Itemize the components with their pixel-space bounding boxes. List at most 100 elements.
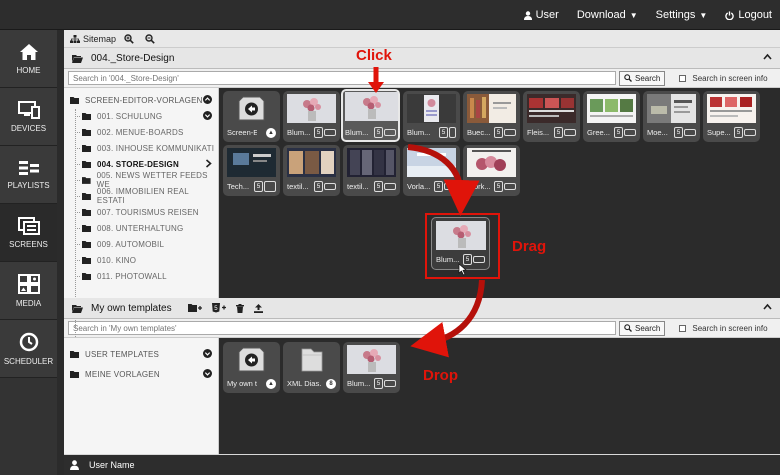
new-html5-button[interactable]: 5 xyxy=(211,303,226,313)
sidebar-item-home[interactable]: HOME xyxy=(0,30,57,88)
chevron-down-circle-icon[interactable] xyxy=(203,349,212,358)
tree-item[interactable]: 001. SCHULUNG xyxy=(64,108,218,124)
template-tile[interactable]: textil... 5 xyxy=(343,145,400,196)
folder-icon xyxy=(82,272,91,280)
tree-item[interactable]: 005. NEWS WETTER FEEDS WE xyxy=(64,171,218,189)
search-input[interactable] xyxy=(68,321,616,335)
tile-label: Gree... xyxy=(587,128,610,137)
furniture-thumbnail xyxy=(647,94,696,123)
drag-highlight-box xyxy=(425,213,500,279)
user-menu[interactable]: User xyxy=(523,9,559,21)
power-icon xyxy=(725,10,735,20)
folder-icon xyxy=(82,144,91,152)
tree-label: 006. IMMOBILIEN REAL ESTATI xyxy=(96,187,189,205)
tree-item[interactable]: 008. UNTERHALTUNG xyxy=(64,220,218,236)
logout-label: Logout xyxy=(738,9,772,21)
tree-item[interactable]: 009. AUTOMOBIL xyxy=(64,236,218,252)
panel-title: My own templates xyxy=(91,302,172,314)
folder-icon xyxy=(70,350,79,358)
zoom-out-button[interactable] xyxy=(145,33,158,44)
search-button-label: Search xyxy=(635,323,661,333)
html5-icon: 5 xyxy=(614,127,623,138)
sidebar-item-screens[interactable]: SCREENS xyxy=(0,204,57,262)
html5-icon: 5 xyxy=(374,378,383,389)
new-folder-button[interactable] xyxy=(187,303,202,313)
folder-icon xyxy=(82,176,91,184)
own-templates-panel-header: My own templates 5 xyxy=(64,298,780,319)
template-tile-back[interactable]: Screen-E... ▲ xyxy=(223,91,280,142)
sidebar-item-media[interactable]: MEDIA xyxy=(0,262,57,320)
zoom-in-button[interactable] xyxy=(124,33,137,44)
portrait-thumbnail xyxy=(407,94,456,123)
search-button[interactable]: Search xyxy=(619,320,666,336)
template-tile[interactable]: Tech... 5 xyxy=(223,145,280,196)
folder-tile[interactable]: XML Dias... 8 xyxy=(283,342,340,393)
tile-label: XML Dias... xyxy=(287,379,321,388)
search-icon xyxy=(624,74,632,82)
chevron-down-circle-icon[interactable] xyxy=(203,111,212,120)
caret-down-icon: ▼ xyxy=(629,10,638,20)
clock-icon xyxy=(19,332,38,351)
tree-item-selected[interactable]: 004. STORE-DESIGN xyxy=(64,156,218,172)
tree-label: MEINE VORLAGEN xyxy=(85,369,160,379)
chevron-up-circle-icon[interactable] xyxy=(203,95,212,104)
drag-annotation: Drag xyxy=(512,238,547,255)
template-tile[interactable]: Blum... 5 xyxy=(283,91,340,142)
back-thumbnail xyxy=(227,345,276,374)
template-tile[interactable]: Fleis... 5 xyxy=(523,91,580,142)
template-tile-back[interactable]: My own t... ▲ xyxy=(223,342,280,393)
search-input[interactable] xyxy=(68,71,616,85)
logout-button[interactable]: Logout xyxy=(725,9,772,21)
tree-item[interactable]: 011. PHOTOWALL xyxy=(64,268,218,284)
landscape-icon xyxy=(444,183,456,190)
tree-item[interactable]: MEINE VORLAGEN xyxy=(64,364,218,384)
settings-menu[interactable]: Settings ▼ xyxy=(656,9,708,21)
template-tile[interactable]: Vorla... 5 xyxy=(403,145,460,196)
template-tile[interactable]: Gree... 5 xyxy=(583,91,640,142)
html5-icon: 5 xyxy=(254,181,263,192)
template-tile-highlighted[interactable]: Blum... 5 xyxy=(341,89,400,142)
download-menu[interactable]: Download ▼ xyxy=(577,9,638,21)
template-tile[interactable]: Work... 5 xyxy=(463,145,520,196)
landscape-icon xyxy=(324,183,336,190)
tree-root[interactable]: SCREEN-EDITOR-VORLAGEN xyxy=(64,92,218,108)
chevron-down-circle-icon[interactable] xyxy=(203,369,212,378)
chevron-right-icon xyxy=(205,159,212,168)
tree-item[interactable]: 010. KINO xyxy=(64,252,218,268)
chevron-up-icon[interactable] xyxy=(763,53,772,60)
delete-button[interactable] xyxy=(235,303,244,313)
upload-button[interactable] xyxy=(253,303,263,313)
screen-info-checkbox[interactable] xyxy=(679,74,687,82)
tree-item[interactable]: 006. IMMOBILIEN REAL ESTATI xyxy=(64,187,218,205)
template-tile[interactable]: Moe... 5 xyxy=(643,91,700,142)
main-sidebar: HOME DEVICES PLAYLISTS SCREENS MEDIA SCH… xyxy=(0,30,57,475)
template-tile[interactable]: Blum... 5 xyxy=(403,91,460,142)
portrait-icon xyxy=(449,127,456,138)
tile-label: Work... xyxy=(467,182,491,191)
new-folder-icon xyxy=(187,303,202,312)
tree-item[interactable]: 002. MENUE-BOARDS xyxy=(64,124,218,140)
chevron-up-icon[interactable] xyxy=(763,303,772,310)
search-button[interactable]: Search xyxy=(619,70,666,86)
folder-icon xyxy=(82,128,91,136)
vorla-thumbnail xyxy=(407,148,456,177)
sidebar-item-scheduler[interactable]: SCHEDULER xyxy=(0,320,57,378)
tile-label: Blum... xyxy=(407,128,431,137)
tree-item[interactable]: USER TEMPLATES xyxy=(64,344,218,364)
template-tile[interactable]: Supe... 5 xyxy=(703,91,760,142)
sidebar-item-devices[interactable]: DEVICES xyxy=(0,88,57,146)
landscape-icon xyxy=(324,129,336,136)
settings-label: Settings xyxy=(655,9,696,21)
template-tile[interactable]: textil... 5 xyxy=(283,145,340,196)
sidebar-item-playlists[interactable]: PLAYLISTS xyxy=(0,146,57,204)
template-tile[interactable]: Buec... 5 xyxy=(463,91,520,142)
screen-info-checkbox[interactable] xyxy=(679,324,687,332)
template-tile[interactable]: Blum... 5 xyxy=(343,342,400,393)
tree-item[interactable]: 007. TOURISMUS REISEN xyxy=(64,204,218,220)
sitemap-button[interactable]: Sitemap xyxy=(70,34,116,44)
html5-icon: 5 xyxy=(374,181,383,192)
tree-item[interactable]: 003. INHOUSE KOMMUNIKATI xyxy=(64,140,218,156)
html5-icon: 5 xyxy=(494,127,503,138)
tile-label: My own t... xyxy=(227,379,257,388)
sidebar-item-label: DEVICES xyxy=(10,123,47,133)
